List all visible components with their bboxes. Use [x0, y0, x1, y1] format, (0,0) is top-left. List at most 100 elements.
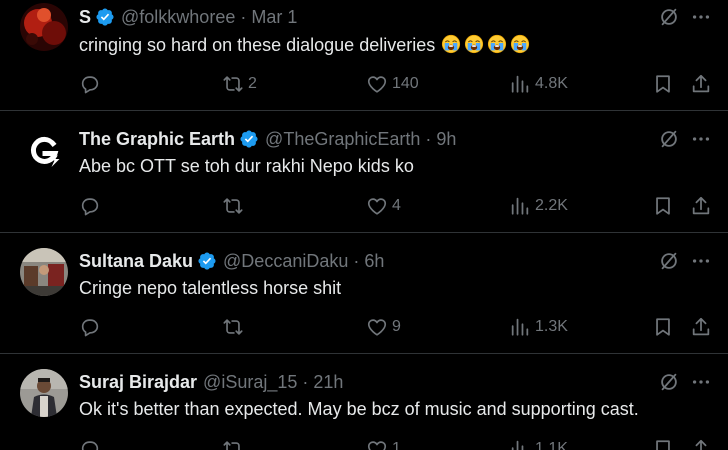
photo-avatar-image [20, 248, 68, 296]
avatar[interactable] [20, 248, 68, 296]
bookmark-icon [652, 195, 674, 217]
like-count: 1 [392, 440, 401, 450]
retweet-button[interactable] [222, 316, 248, 338]
timestamp[interactable]: Mar 1 [251, 7, 297, 28]
retweet-button[interactable]: 2 [222, 73, 257, 95]
retweet-button[interactable] [222, 438, 248, 450]
grok-icon[interactable] [658, 128, 680, 150]
tweet-header: S @folkkwhoree · Mar 1 [79, 5, 297, 29]
reply-icon [79, 195, 101, 217]
bookmark-button[interactable] [652, 438, 674, 450]
share-button[interactable] [690, 73, 712, 95]
like-button[interactable]: 1 [366, 438, 401, 450]
author-name[interactable]: S [79, 7, 91, 28]
bookmark-icon [652, 316, 674, 338]
tweet[interactable]: Sultana Daku @DeccaniDaku · 6h Cringe ne… [0, 233, 728, 354]
retweet-count: 2 [248, 75, 257, 92]
views-button[interactable]: 1.3K [509, 316, 568, 338]
verified-badge-icon [239, 129, 259, 149]
bookmark-button[interactable] [652, 195, 674, 217]
tweet[interactable]: S @folkkwhoree · Mar 1 cringing so hard … [0, 0, 728, 111]
tweet-text-content: cringing so hard on these dialogue deliv… [79, 35, 436, 55]
tweet-header: The Graphic Earth @TheGraphicEarth · 9h [79, 127, 456, 151]
tweet[interactable]: Suraj Birajdar @iSuraj_15 · 21h Ok it's … [0, 354, 728, 450]
dark-red-avatar-image [20, 3, 68, 51]
views-button[interactable]: 2.2K [509, 195, 568, 217]
more-icon[interactable] [690, 128, 712, 150]
loudly-crying-face-emoji [464, 34, 484, 54]
share-icon [690, 438, 712, 450]
bookmark-button[interactable] [652, 73, 674, 95]
like-icon [366, 316, 388, 338]
loudly-crying-face-emoji [441, 34, 461, 54]
bookmark-button[interactable] [652, 316, 674, 338]
like-button[interactable]: 4 [366, 195, 401, 217]
loudly-crying-face-emoji [510, 34, 530, 54]
loudly-crying-face-emoji [487, 34, 507, 54]
author-handle[interactable]: @TheGraphicEarth [265, 129, 420, 150]
like-count: 140 [392, 75, 419, 92]
tweet-text: Abe bc OTT se toh dur rakhi Nepo kids ko [79, 156, 414, 176]
share-button[interactable] [690, 316, 712, 338]
tweet-header: Sultana Daku @DeccaniDaku · 6h [79, 249, 384, 273]
separator: · [302, 371, 309, 392]
emoji-group [435, 35, 530, 55]
person-avatar-image [20, 369, 68, 417]
retweet-icon [222, 73, 244, 95]
views-count: 1.1K [535, 440, 568, 450]
grok-icon[interactable] [658, 371, 680, 393]
author-handle[interactable]: @folkkwhoree [121, 7, 235, 28]
reply-button[interactable] [79, 195, 105, 217]
avatar[interactable] [20, 369, 68, 417]
like-button[interactable]: 140 [366, 73, 419, 95]
share-button[interactable] [690, 438, 712, 450]
reply-button[interactable] [79, 438, 105, 450]
views-button[interactable]: 1.1K [509, 438, 568, 450]
views-count: 2.2K [535, 197, 568, 214]
like-button[interactable]: 9 [366, 316, 401, 338]
like-icon [366, 438, 388, 450]
timestamp[interactable]: 9h [436, 129, 456, 150]
more-icon[interactable] [690, 371, 712, 393]
views-button[interactable]: 4.8K [509, 73, 568, 95]
separator: · [425, 128, 432, 149]
separator: · [353, 250, 360, 271]
share-button[interactable] [690, 195, 712, 217]
tweet-text: Cringe nepo talentless horse shit [79, 278, 342, 298]
share-icon [690, 195, 712, 217]
share-icon [690, 316, 712, 338]
avatar[interactable] [20, 3, 68, 51]
reply-icon [79, 316, 101, 338]
more-icon[interactable] [690, 250, 712, 272]
tweet-header: Suraj Birajdar @iSuraj_15 · 21h [79, 370, 343, 394]
like-icon [366, 195, 388, 217]
bookmark-icon [652, 73, 674, 95]
separator: · [240, 6, 247, 27]
reply-icon [79, 438, 101, 450]
grok-icon[interactable] [658, 6, 680, 28]
tweet[interactable]: The Graphic Earth @TheGraphicEarth · 9h … [0, 111, 728, 233]
like-count: 4 [392, 197, 401, 214]
retweet-icon [222, 195, 244, 217]
author-handle[interactable]: @DeccaniDaku [223, 251, 348, 272]
bookmark-icon [652, 438, 674, 450]
timestamp[interactable]: 6h [364, 251, 384, 272]
author-name[interactable]: Suraj Birajdar [79, 372, 197, 393]
views-icon [509, 195, 531, 217]
reply-button[interactable] [79, 73, 105, 95]
author-name[interactable]: The Graphic Earth [79, 129, 235, 150]
reply-button[interactable] [79, 316, 105, 338]
retweet-icon [222, 438, 244, 450]
verified-badge-icon [197, 251, 217, 271]
views-icon [509, 438, 531, 450]
timestamp[interactable]: 21h [313, 372, 343, 393]
author-handle[interactable]: @iSuraj_15 [203, 372, 297, 393]
more-icon[interactable] [690, 6, 712, 28]
grok-icon[interactable] [658, 250, 680, 272]
views-icon [509, 316, 531, 338]
views-count: 4.8K [535, 75, 568, 92]
retweet-button[interactable] [222, 195, 248, 217]
author-name[interactable]: Sultana Daku [79, 251, 193, 272]
verified-badge-icon [95, 7, 115, 27]
avatar[interactable] [20, 126, 68, 174]
